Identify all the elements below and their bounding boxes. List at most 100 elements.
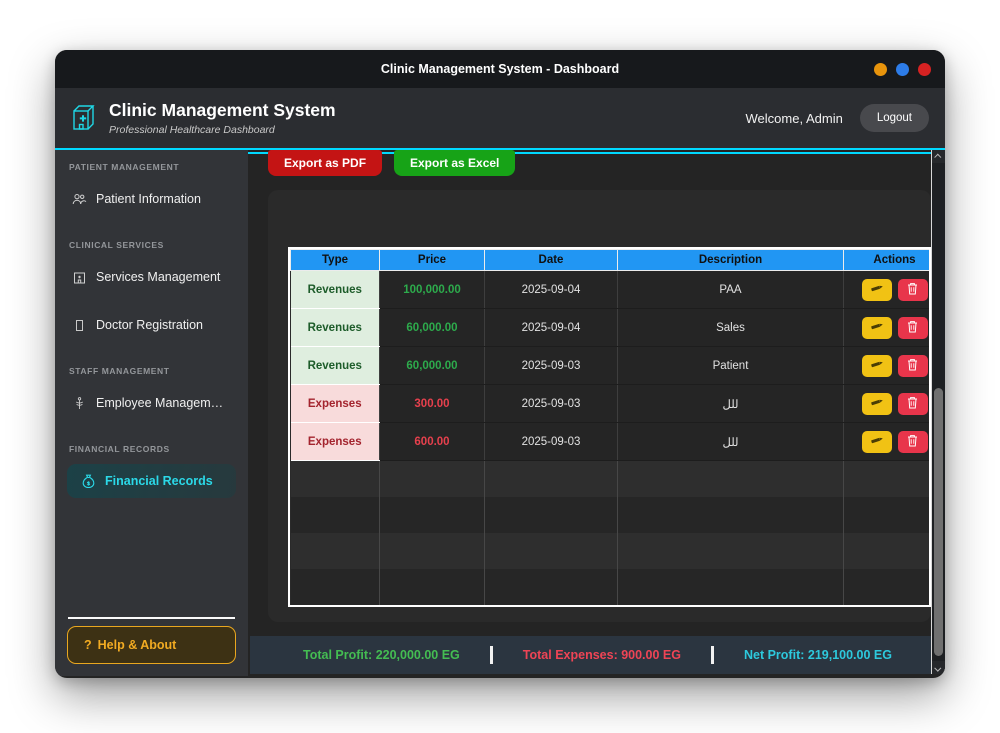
minimize-button[interactable]	[874, 62, 887, 76]
logout-button[interactable]: Logout	[859, 104, 929, 132]
chevron-down-icon	[934, 664, 942, 672]
table-row[interactable]: Revenues 60,000.00 2025-09-04 Sales	[290, 308, 929, 347]
sidebar-item-label: Employee Managem…	[96, 396, 224, 410]
sidebar-item-label: Services Management	[96, 270, 221, 284]
sidebar-item-label: Financial Records	[105, 474, 213, 488]
scrollbar-thumb[interactable]	[934, 388, 943, 656]
sidebar-item-label: Patient Information	[96, 192, 201, 206]
chevron-up-icon	[934, 153, 942, 161]
pencil-icon	[870, 396, 884, 411]
table-row[interactable]: Revenues 100,000.00 2025-09-04 PAA	[290, 270, 929, 309]
scroll-up-button[interactable]	[932, 150, 945, 163]
app-window: Clinic Management System - Dashboard Cli…	[55, 50, 945, 678]
actions-cell	[843, 270, 929, 309]
export-excel-button[interactable]: Export as Excel	[394, 150, 516, 176]
delete-button[interactable]	[897, 354, 928, 377]
records-panel: Type Price Date Description Actions Revenues…	[268, 190, 931, 622]
sidebar-section-label: FINANCIAL RECORDS	[69, 444, 170, 454]
delete-button[interactable]	[897, 316, 928, 339]
date-cell: 2025-09-03	[484, 346, 618, 385]
sidebar-section-label: STAFF MANAGEMENT	[69, 366, 170, 376]
sidebar-section-label: CLINICAL SERVICES	[69, 240, 164, 250]
trash-icon	[907, 396, 918, 412]
edit-button[interactable]	[861, 392, 892, 415]
total-expenses-text: Total Expenses: 900.00 EG	[522, 648, 681, 662]
status-bar: Total Profit: 220,000.00 EG Total Expens…	[250, 636, 945, 674]
sidebar-divider	[68, 617, 235, 619]
empty-row	[290, 568, 929, 605]
table-header-row: Type Price Date Description Actions	[290, 249, 929, 271]
description-cell: Sales	[617, 308, 844, 347]
date-cell: 2025-09-04	[484, 308, 618, 347]
price-cell: 60,000.00	[379, 346, 485, 385]
table-row[interactable]: Expenses 600.00 2025-09-03 للل	[290, 422, 929, 461]
pencil-icon	[870, 358, 884, 373]
trash-icon	[907, 358, 918, 374]
delete-button[interactable]	[897, 392, 928, 415]
window-controls	[874, 50, 931, 88]
export-pdf-button[interactable]: Export as PDF	[268, 150, 383, 176]
app-title: Clinic Management System	[109, 100, 336, 120]
edit-button[interactable]	[861, 316, 892, 339]
type-cell: Revenues	[290, 308, 380, 347]
empty-row	[290, 496, 929, 533]
type-cell: Revenues	[290, 346, 380, 385]
sidebar-item-financial-records[interactable]: Financial Records	[67, 464, 236, 498]
maximize-button[interactable]	[896, 62, 909, 76]
table-row[interactable]: Expenses 300.00 2025-09-03 للل	[290, 384, 929, 423]
column-header-type: Type	[290, 249, 380, 271]
trash-icon	[907, 434, 918, 450]
description-cell: Patient	[617, 346, 844, 385]
total-profit-text: Total Profit: 220,000.00 EG	[303, 648, 460, 662]
pencil-icon	[870, 434, 884, 449]
type-cell: Revenues	[290, 270, 380, 309]
pencil-icon	[870, 282, 884, 297]
sidebar-item-patient-information[interactable]: Patient Information	[55, 182, 248, 216]
edit-button[interactable]	[861, 430, 892, 453]
staff-icon	[71, 396, 87, 410]
finance-icon	[80, 474, 96, 488]
empty-row	[290, 460, 929, 497]
help-about-button[interactable]: ? Help & About	[67, 626, 236, 664]
actions-cell	[843, 422, 929, 461]
price-cell: 600.00	[379, 422, 485, 461]
sidebar-item-label: Doctor Registration	[96, 318, 203, 332]
app-header: Clinic Management System Professional He…	[55, 88, 945, 148]
sidebar: PATIENT MANAGEMENT Patient Information CLI…	[55, 150, 248, 676]
date-cell: 2025-09-03	[484, 422, 618, 461]
price-cell: 300.00	[379, 384, 485, 423]
sidebar-item-doctor-registration[interactable]: Doctor Registration	[55, 308, 248, 342]
services-icon	[71, 271, 87, 284]
sidebar-item-services-management[interactable]: Services Management	[55, 260, 248, 294]
app-subtitle: Professional Healthcare Dashboard	[109, 124, 275, 136]
pencil-icon	[870, 320, 884, 335]
scrollbar[interactable]	[931, 150, 945, 674]
close-button[interactable]	[918, 62, 931, 76]
price-cell: 60,000.00	[379, 308, 485, 347]
delete-button[interactable]	[897, 278, 928, 301]
titlebar[interactable]: Clinic Management System - Dashboard	[55, 50, 945, 88]
price-cell: 100,000.00	[379, 270, 485, 309]
statusbar-separator	[710, 646, 714, 664]
scroll-down-button[interactable]	[932, 661, 945, 674]
patients-icon	[71, 193, 87, 205]
delete-button[interactable]	[897, 430, 928, 453]
edit-button[interactable]	[861, 354, 892, 377]
content-area: PATIENT MANAGEMENT Patient Information CLI…	[55, 148, 945, 676]
question-icon: ?	[84, 638, 92, 652]
hospital-icon	[69, 102, 99, 134]
header-titles: Clinic Management System Professional He…	[109, 100, 336, 136]
edit-button[interactable]	[861, 278, 892, 301]
window-title: Clinic Management System - Dashboard	[380, 62, 620, 76]
table-row[interactable]: Revenues 60,000.00 2025-09-03 Patient	[290, 346, 929, 385]
actions-cell	[843, 384, 929, 423]
doctor-icon	[71, 319, 87, 331]
trash-icon	[907, 282, 918, 298]
column-header-actions: Actions	[843, 249, 929, 271]
actions-cell	[843, 346, 929, 385]
sidebar-item-employee-managem[interactable]: Employee Managem…	[55, 386, 248, 420]
column-header-description: Description	[617, 249, 844, 271]
column-header-date: Date	[484, 249, 618, 271]
sidebar-section-label: PATIENT MANAGEMENT	[69, 162, 180, 172]
column-header-price: Price	[379, 249, 485, 271]
